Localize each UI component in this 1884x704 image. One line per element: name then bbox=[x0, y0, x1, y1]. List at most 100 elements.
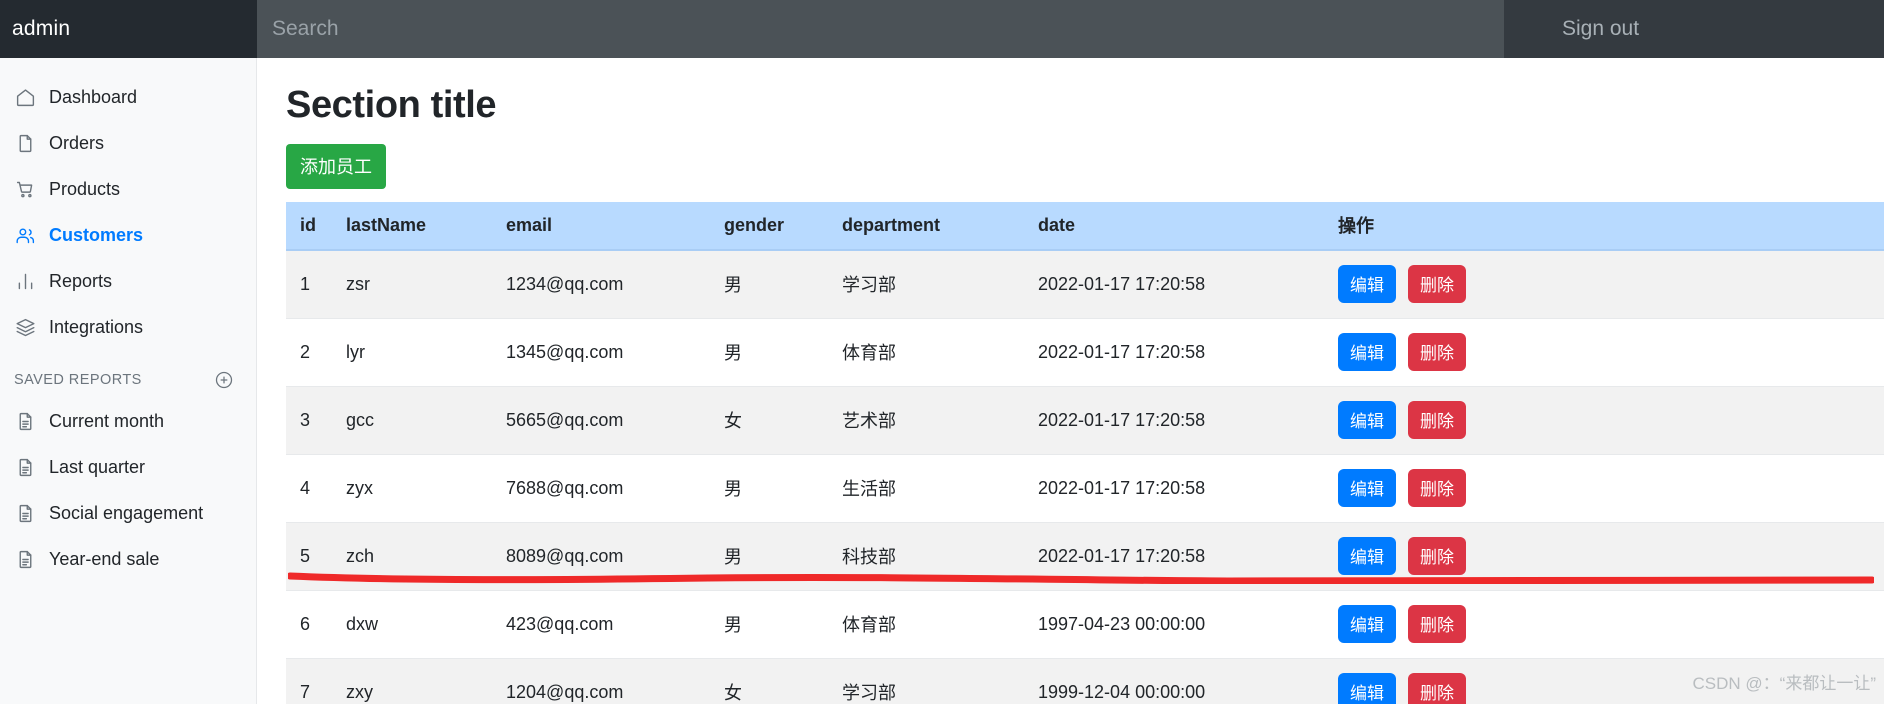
cell-email: 7688@qq.com bbox=[492, 454, 710, 523]
saved-report-social-engagement[interactable]: Social engagement bbox=[0, 490, 256, 536]
edit-button[interactable]: 编辑 bbox=[1338, 469, 1396, 507]
cell-id: 7 bbox=[286, 658, 332, 704]
users-icon bbox=[14, 224, 36, 246]
saved-report-label: Social engagement bbox=[49, 502, 204, 523]
main-content: Section title 添加员工 id lastName email gen… bbox=[257, 58, 1884, 704]
brand-logo[interactable]: admin bbox=[0, 0, 257, 58]
file-icon bbox=[14, 132, 36, 154]
sidebar-item-reports[interactable]: Reports bbox=[0, 258, 256, 304]
delete-button[interactable]: 删除 bbox=[1408, 673, 1467, 704]
edit-button[interactable]: 编辑 bbox=[1338, 605, 1396, 643]
edit-button[interactable]: 编辑 bbox=[1338, 265, 1396, 303]
cell-department: 科技部 bbox=[828, 522, 1024, 591]
edit-button[interactable]: 编辑 bbox=[1338, 673, 1396, 704]
table-row: 7 zxy 1204@qq.com 女 学习部 1999-12-04 00:00… bbox=[286, 658, 1884, 704]
cell-department: 学习部 bbox=[828, 249, 1024, 319]
cell-actions: 编辑 删除 bbox=[1324, 318, 1884, 387]
delete-button[interactable]: 删除 bbox=[1408, 265, 1467, 303]
sidebar-item-integrations[interactable]: Integrations bbox=[0, 304, 256, 350]
cell-gender: 女 bbox=[710, 386, 828, 455]
cell-email: 5665@qq.com bbox=[492, 386, 710, 455]
saved-report-current-month[interactable]: Current month bbox=[0, 398, 256, 444]
sidebar-item-orders[interactable]: Orders bbox=[0, 120, 256, 166]
sidebar: Dashboard Orders Products Customers Repo bbox=[0, 58, 257, 704]
saved-report-year-end-sale[interactable]: Year-end sale bbox=[0, 536, 256, 582]
cell-date: 1997-04-23 00:00:00 bbox=[1024, 590, 1324, 659]
cell-lastname: zyx bbox=[332, 454, 492, 523]
column-header-id[interactable]: id bbox=[286, 202, 332, 251]
sidebar-item-dashboard[interactable]: Dashboard bbox=[0, 74, 256, 120]
signout-link[interactable]: Sign out bbox=[1562, 17, 1639, 41]
sidebar-item-label: Reports bbox=[49, 270, 113, 291]
sidebar-item-label: Products bbox=[49, 178, 121, 199]
cell-id: 3 bbox=[286, 386, 332, 455]
cell-date: 2022-01-17 17:20:58 bbox=[1024, 454, 1324, 523]
cell-id: 4 bbox=[286, 454, 332, 523]
plus-circle-icon[interactable] bbox=[214, 370, 234, 390]
delete-button[interactable]: 删除 bbox=[1408, 469, 1467, 507]
cell-gender: 男 bbox=[710, 318, 828, 387]
column-header-lastname[interactable]: lastName bbox=[332, 202, 492, 251]
search-input[interactable] bbox=[257, 0, 1504, 58]
cell-department: 艺术部 bbox=[828, 386, 1024, 455]
column-header-actions[interactable]: 操作 bbox=[1324, 202, 1884, 251]
edit-button[interactable]: 编辑 bbox=[1338, 401, 1396, 439]
cell-id: 5 bbox=[286, 522, 332, 591]
cell-gender: 男 bbox=[710, 590, 828, 659]
saved-report-label: Year-end sale bbox=[49, 548, 160, 569]
cell-department: 体育部 bbox=[828, 590, 1024, 659]
cell-lastname: zsr bbox=[332, 249, 492, 319]
table-row: 1 zsr 1234@qq.com 男 学习部 2022-01-17 17:20… bbox=[286, 249, 1884, 319]
sidebar-item-label: Integrations bbox=[49, 316, 144, 337]
top-navbar: admin Sign out bbox=[0, 0, 1884, 58]
sidebar-item-customers[interactable]: Customers bbox=[0, 212, 256, 258]
sidebar-item-products[interactable]: Products bbox=[0, 166, 256, 212]
cell-lastname: gcc bbox=[332, 386, 492, 455]
page-title: Section title bbox=[286, 84, 497, 126]
table-head: id lastName email gender department date… bbox=[286, 202, 1884, 251]
cell-lastname: dxw bbox=[332, 590, 492, 659]
saved-reports-header: SAVED REPORTS bbox=[0, 350, 256, 398]
file-text-icon bbox=[14, 548, 36, 570]
delete-button[interactable]: 删除 bbox=[1408, 401, 1467, 439]
home-icon bbox=[14, 86, 36, 108]
table-row: 4 zyx 7688@qq.com 男 生活部 2022-01-17 17:20… bbox=[286, 454, 1884, 523]
saved-reports-heading: SAVED REPORTS bbox=[14, 372, 142, 388]
column-header-date[interactable]: date bbox=[1024, 202, 1324, 251]
sidebar-item-label: Customers bbox=[49, 224, 144, 245]
table-row: 6 dxw 423@qq.com 男 体育部 1997-04-23 00:00:… bbox=[286, 590, 1884, 659]
cell-lastname: lyr bbox=[332, 318, 492, 387]
table-body: 1 zsr 1234@qq.com 男 学习部 2022-01-17 17:20… bbox=[286, 249, 1884, 704]
employee-table: id lastName email gender department date… bbox=[286, 202, 1884, 704]
layers-icon bbox=[14, 316, 36, 338]
cell-email: 1204@qq.com bbox=[492, 658, 710, 704]
cell-department: 生活部 bbox=[828, 454, 1024, 523]
cell-email: 1234@qq.com bbox=[492, 249, 710, 319]
cell-id: 1 bbox=[286, 249, 332, 319]
column-header-gender[interactable]: gender bbox=[710, 202, 828, 251]
column-header-department[interactable]: department bbox=[828, 202, 1024, 251]
edit-button[interactable]: 编辑 bbox=[1338, 333, 1396, 371]
delete-button[interactable]: 删除 bbox=[1408, 605, 1467, 643]
cell-gender: 女 bbox=[710, 658, 828, 704]
cell-email: 423@qq.com bbox=[492, 590, 710, 659]
delete-button[interactable]: 删除 bbox=[1408, 333, 1467, 371]
file-text-icon bbox=[14, 456, 36, 478]
delete-button[interactable]: 删除 bbox=[1408, 537, 1467, 575]
cell-actions: 编辑 删除 bbox=[1324, 590, 1884, 659]
search-container bbox=[257, 0, 1504, 58]
table-row: 3 gcc 5665@qq.com 女 艺术部 2022-01-17 17:20… bbox=[286, 386, 1884, 455]
app-root: admin Sign out Dashboard Orders Produ bbox=[0, 0, 1884, 704]
add-employee-button[interactable]: 添加员工 bbox=[286, 144, 386, 189]
cell-id: 6 bbox=[286, 590, 332, 659]
signout-container: Sign out bbox=[1504, 0, 1884, 58]
saved-report-last-quarter[interactable]: Last quarter bbox=[0, 444, 256, 490]
cell-lastname: zch bbox=[332, 522, 492, 591]
cell-actions: 编辑 删除 bbox=[1324, 454, 1884, 523]
cell-actions: 编辑 删除 bbox=[1324, 249, 1884, 319]
cell-date: 2022-01-17 17:20:58 bbox=[1024, 249, 1324, 319]
column-header-email[interactable]: email bbox=[492, 202, 710, 251]
brand-label: admin bbox=[12, 17, 71, 40]
cell-lastname: zxy bbox=[332, 658, 492, 704]
edit-button[interactable]: 编辑 bbox=[1338, 537, 1396, 575]
